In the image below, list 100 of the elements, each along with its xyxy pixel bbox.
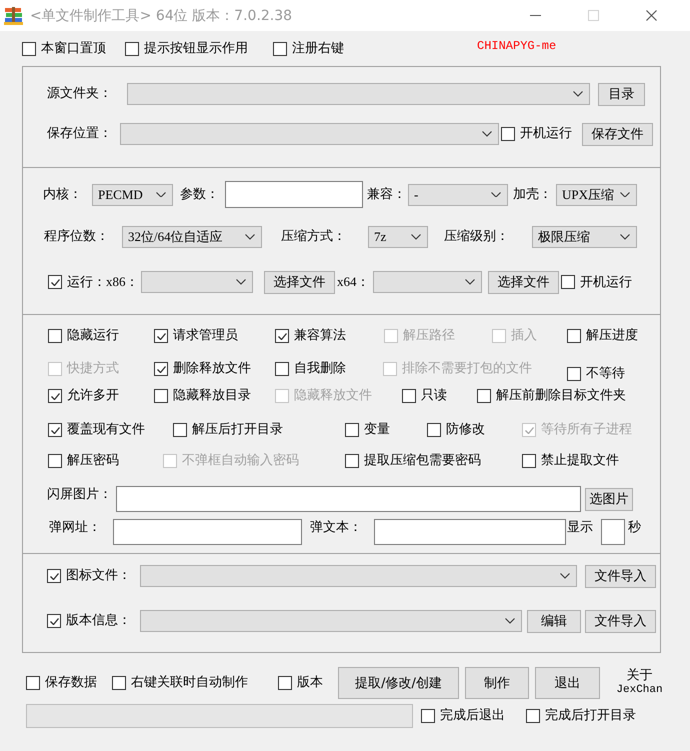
- checkbox[interactable]: [154, 329, 168, 343]
- checkbox[interactable]: [567, 367, 581, 381]
- checkbox[interactable]: [275, 329, 289, 343]
- checkbox-label[interactable]: 完成后打开目录: [545, 708, 636, 724]
- checkbox[interactable]: [48, 423, 62, 437]
- checkbox-label[interactable]: 变量: [364, 422, 390, 438]
- checkbox[interactable]: [154, 389, 168, 403]
- tag-text: CHINAPYG-me: [477, 38, 556, 52]
- checkbox[interactable]: [501, 127, 515, 141]
- button[interactable]: 编辑: [527, 610, 581, 632]
- caret-icon: [491, 192, 501, 198]
- text-field[interactable]: [374, 519, 566, 545]
- button[interactable]: 保存文件: [582, 122, 653, 146]
- checkbox-label[interactable]: 自我删除: [294, 361, 346, 377]
- checkbox-label[interactable]: 运行：x86：: [67, 274, 138, 290]
- checkmark-icon: [50, 618, 58, 624]
- checkbox-label[interactable]: 覆盖现有文件: [67, 422, 145, 438]
- checkbox[interactable]: [112, 676, 126, 690]
- checkbox-label[interactable]: 解压后打开目录: [192, 422, 283, 438]
- field-label: 弹网址：: [49, 520, 101, 536]
- checkbox[interactable]: [48, 329, 62, 343]
- checkbox-label[interactable]: 开机运行: [520, 126, 572, 142]
- checkbox[interactable]: [427, 423, 441, 437]
- dropdown[interactable]: -: [408, 184, 508, 206]
- checkbox[interactable]: [22, 42, 36, 56]
- checkbox[interactable]: [154, 362, 168, 376]
- checkbox-label[interactable]: 禁止提取文件: [541, 453, 619, 469]
- checkbox[interactable]: [526, 709, 540, 723]
- field-label: 压缩方式：: [281, 229, 346, 245]
- button[interactable]: 选择文件: [488, 270, 559, 294]
- checkbox[interactable]: [273, 42, 287, 56]
- checkbox-label[interactable]: 不等待: [586, 366, 625, 382]
- button[interactable]: 选择文件: [264, 270, 335, 294]
- checkbox[interactable]: [561, 275, 575, 289]
- checkbox-label[interactable]: 右键关联时自动制作: [131, 675, 248, 691]
- dropdown[interactable]: 32位/64位自适应: [122, 226, 262, 248]
- caption-text: JexChan: [616, 683, 663, 698]
- field-label: 弹文本：: [310, 520, 362, 536]
- checkbox[interactable]: [48, 275, 62, 289]
- checkbox-label[interactable]: 保存数据: [45, 675, 97, 691]
- checkbox[interactable]: [125, 42, 139, 56]
- checkbox-label[interactable]: 提示按钮显示作用: [144, 40, 248, 56]
- caret-icon: [156, 192, 166, 198]
- checkbox[interactable]: [275, 362, 289, 376]
- checkbox-label[interactable]: 只读: [421, 388, 447, 404]
- dropdown[interactable]: PECMD: [92, 184, 173, 206]
- checkbox[interactable]: [402, 389, 416, 403]
- checkbox[interactable]: [173, 423, 187, 437]
- checkbox[interactable]: [345, 454, 359, 468]
- button[interactable]: 目录: [598, 82, 645, 106]
- checkbox-label[interactable]: 隐藏运行: [67, 328, 119, 344]
- dropdown[interactable]: 7z: [368, 226, 428, 248]
- text-field[interactable]: [113, 519, 302, 545]
- checkbox-label[interactable]: 开机运行: [580, 274, 632, 290]
- checkbox-label[interactable]: 图标文件：: [66, 568, 131, 584]
- checkbox[interactable]: [278, 676, 292, 690]
- button[interactable]: 文件导入: [585, 564, 656, 588]
- checkbox[interactable]: [26, 676, 40, 690]
- checkbox[interactable]: [567, 329, 581, 343]
- checkbox-label[interactable]: 版本: [297, 675, 323, 691]
- text-field[interactable]: [225, 181, 363, 208]
- checkbox[interactable]: [345, 423, 359, 437]
- checkbox[interactable]: [48, 389, 62, 403]
- field-label: 保存位置：: [47, 126, 112, 142]
- checkbox-label[interactable]: 隐藏释放目录: [173, 388, 251, 404]
- checkbox[interactable]: [421, 709, 435, 723]
- checkbox-label[interactable]: 解压前删除目标文件夹: [496, 388, 626, 404]
- checkbox-label[interactable]: 完成后退出: [440, 708, 505, 724]
- field-label: 参数：: [180, 186, 219, 202]
- checkbox[interactable]: [522, 454, 536, 468]
- checkbox-label[interactable]: 防修改: [446, 422, 485, 438]
- checkbox[interactable]: [47, 569, 61, 583]
- dropdown[interactable]: 极限压缩: [532, 226, 637, 248]
- button[interactable]: 文件导入: [585, 610, 656, 632]
- checkbox-label[interactable]: 请求管理员: [173, 328, 238, 344]
- button[interactable]: 提取/修改/创建: [338, 667, 459, 699]
- checkbox-label[interactable]: 删除释放文件: [173, 361, 251, 377]
- checkbox-label[interactable]: 兼容算法: [294, 328, 346, 344]
- checkbox-label[interactable]: 解压密码: [67, 453, 119, 469]
- checkbox-label[interactable]: 本窗口置顶: [41, 40, 106, 56]
- checkbox-label[interactable]: 允许多开: [67, 388, 119, 404]
- checkbox-label[interactable]: 提取压缩包需要密码: [364, 453, 481, 469]
- checkbox[interactable]: [477, 389, 491, 403]
- text-field[interactable]: [601, 519, 625, 545]
- caret-icon: [482, 131, 492, 137]
- checkbox-label[interactable]: 版本信息：: [66, 613, 131, 629]
- book-stack-icon: [4, 6, 24, 24]
- field-label: 源文件夹：: [47, 86, 112, 102]
- text-field[interactable]: [116, 486, 581, 512]
- checkbox-label[interactable]: 解压进度: [586, 328, 638, 344]
- caret-icon: [573, 91, 583, 97]
- dropdown[interactable]: UPX压缩: [556, 184, 637, 206]
- checkbox[interactable]: [47, 614, 61, 628]
- button[interactable]: 退出: [535, 667, 600, 699]
- button[interactable]: 选图片: [585, 488, 633, 510]
- checkbox[interactable]: [48, 454, 62, 468]
- checkmark-icon: [524, 426, 534, 434]
- field-label: 秒: [628, 520, 641, 536]
- checkbox-label[interactable]: 注册右键: [292, 40, 344, 56]
- button[interactable]: 制作: [465, 667, 529, 699]
